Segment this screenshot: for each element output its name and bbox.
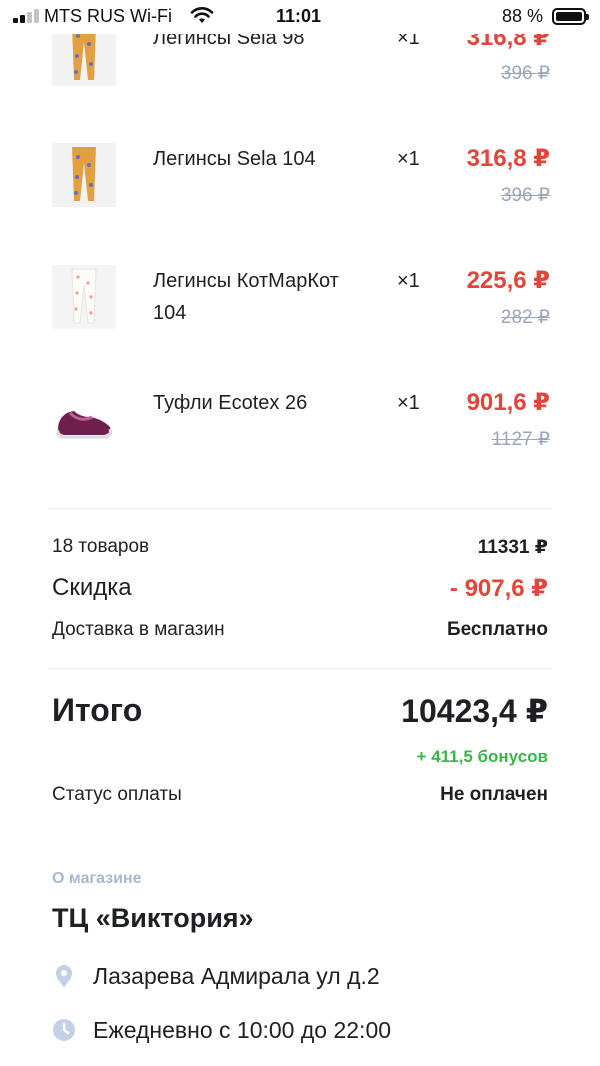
item-quantity: ×1 (397, 270, 420, 292)
divider (48, 508, 552, 509)
item-price: 316,8 ₽ (466, 145, 550, 172)
item-quantity: ×1 (397, 148, 420, 170)
cellular-signal-icon (13, 9, 39, 23)
location-pin-icon (56, 965, 72, 987)
store-section-caption: О магазине (52, 870, 142, 887)
payment-status-label: Статус оплаты (52, 784, 182, 805)
item-old-price: 282 ₽ (500, 307, 550, 328)
discount-value: - 907,6 ₽ (449, 575, 548, 602)
battery-icon (552, 8, 589, 25)
bonus-value: + 411,5 бонусов (416, 747, 548, 766)
clock: 11:01 (276, 6, 322, 26)
goods-count-label: 18 товаров (52, 536, 150, 557)
item-old-price: 396 ₽ (500, 185, 550, 206)
item-name: Легинсы Sela 104 (153, 148, 316, 170)
item-name: Туфли Ecotex 26 (153, 392, 308, 414)
item-old-price: 1127 ₽ (491, 429, 550, 450)
store-address: Лазарева Адмирала ул д.2 (93, 963, 380, 989)
order-item[interactable]: Легинсы Sela 104 ×1 316,8 ₽ 396 ₽ (0, 120, 600, 220)
store-address-row[interactable]: Лазарева Адмирала ул д.2 (52, 961, 552, 991)
status-bar: MTS RUS Wi-Fi 11:01 88 % (0, 0, 600, 34)
leggings-white-icon (52, 265, 116, 329)
leggings-orange-icon (52, 143, 116, 207)
shoe-purple-icon (52, 387, 116, 451)
item-old-price: 396 ₽ (500, 63, 550, 84)
total-label: Итого (52, 692, 143, 728)
battery-percent: 88 % (502, 6, 544, 26)
delivery-value: Бесплатно (446, 619, 548, 640)
store-name: ТЦ «Виктория» (52, 903, 254, 933)
item-name: Легинсы КотМарКот 104 (153, 270, 339, 324)
item-quantity: ×1 (397, 392, 420, 414)
discount-label: Скидка (52, 574, 132, 601)
delivery-label: Доставка в магазин (52, 619, 225, 640)
store-hours-row: Ежедневно с 10:00 до 22:00 (52, 1015, 552, 1045)
order-item[interactable]: Туфли Ecotex 26 ×1 901,6 ₽ 1127 ₽ (0, 364, 600, 474)
carrier-name: MTS RUS Wi-Fi (44, 6, 172, 26)
item-price: 901,6 ₽ (466, 389, 550, 416)
divider (48, 668, 552, 669)
goods-total-value: 11331 ₽ (477, 537, 548, 558)
wifi-icon (190, 7, 214, 23)
payment-status-value: Не оплачен (440, 784, 548, 805)
total-value: 10423,4 ₽ (401, 693, 548, 729)
clock-icon (53, 1019, 75, 1041)
store-hours: Ежедневно с 10:00 до 22:00 (93, 1017, 392, 1043)
item-price: 225,6 ₽ (466, 267, 550, 294)
order-item[interactable]: Легинсы КотМарКот 104 ×1 225,6 ₽ 282 ₽ (0, 242, 600, 352)
